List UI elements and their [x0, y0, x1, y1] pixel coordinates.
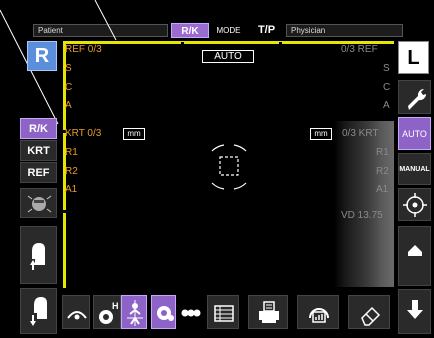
target-arc — [233, 144, 247, 152]
r1-label-right: R1 — [376, 147, 389, 158]
leader-line-top — [94, 0, 117, 41]
cylinder-label-left: C — [65, 82, 73, 93]
rk-mode-button[interactable]: R/K — [171, 23, 209, 38]
axis-label-right: A — [383, 100, 390, 111]
mode-label: MODE — [216, 26, 241, 35]
print-settings-button[interactable] — [297, 295, 339, 329]
eraser-icon — [361, 306, 381, 326]
krt-count-left: KRT 0/3 — [65, 128, 102, 139]
head-icon — [27, 195, 52, 213]
eyelid-button[interactable] — [62, 295, 90, 329]
settings-button[interactable] — [398, 80, 431, 114]
height-panel — [398, 226, 431, 286]
table-up-icon[interactable] — [399, 227, 432, 287]
ref-count-right: 0/3 REF — [341, 44, 378, 55]
left-eye-button[interactable]: L — [398, 41, 429, 74]
mm-unit-left: mm — [123, 128, 145, 140]
chinrest-down-icon — [30, 297, 47, 326]
alignment-tick — [181, 42, 184, 47]
physician-label: Physician — [291, 26, 326, 35]
mm-unit-right: mm — [310, 128, 332, 140]
person-align-icon — [127, 300, 143, 326]
r2-label-left: R2 — [65, 166, 78, 177]
target-button[interactable] — [398, 188, 431, 221]
wrench-icon — [408, 88, 427, 110]
alignment-tick — [62, 210, 67, 213]
krt-measure-button[interactable]: KRT — [20, 140, 57, 161]
axis-label-left: A — [65, 100, 72, 111]
r2-label-right: R2 — [376, 166, 389, 177]
chinrest-up-button[interactable] — [25, 235, 53, 275]
sphere-label-left: S — [65, 63, 72, 74]
arrow-down-icon — [407, 300, 423, 319]
target-arc — [211, 182, 225, 190]
manual-mode-button[interactable]: MANUAL — [398, 153, 431, 185]
printer-icon — [259, 301, 279, 323]
print-chart-icon — [309, 308, 329, 323]
vertex-distance-label: VD 13.75 — [341, 210, 383, 221]
target-arc — [211, 144, 225, 152]
r1-label-left: R1 — [65, 147, 78, 158]
patient-head-button[interactable] — [20, 188, 57, 218]
chinrest-up-icon — [30, 243, 45, 270]
table-icon — [214, 305, 234, 322]
data-table-button[interactable] — [207, 295, 239, 329]
clear-button[interactable] — [348, 295, 390, 329]
auto-mode-button[interactable]: AUTO — [398, 117, 431, 150]
physician-field[interactable]: Physician — [286, 24, 403, 37]
eye-h-icon: H — [99, 301, 119, 324]
table-down-button[interactable] — [398, 289, 431, 334]
rk-measure-button[interactable]: R/K — [20, 118, 57, 139]
alignment-tick — [279, 42, 282, 47]
a1-label-right: A1 — [376, 184, 389, 195]
ref-measure-button[interactable]: REF — [20, 162, 57, 183]
svg-text:H: H — [112, 301, 119, 311]
alignment-target — [211, 144, 247, 190]
cylinder-label-right: C — [383, 82, 391, 93]
iris-icon — [157, 306, 174, 321]
print-button[interactable] — [248, 295, 288, 329]
tp-mode-button[interactable]: T/P — [250, 23, 283, 38]
auto-indicator: AUTO — [202, 50, 254, 63]
a1-label-left: A1 — [65, 184, 78, 195]
krt-count-right: 0/3 KRT — [342, 128, 379, 139]
target-arc — [233, 182, 247, 190]
alignment-mode-button[interactable] — [121, 295, 147, 329]
crosshair-icon — [403, 193, 427, 217]
target-square — [219, 156, 239, 176]
right-eye-button[interactable]: R — [27, 41, 57, 71]
sphere-label-right: S — [383, 63, 390, 74]
chinrest-down-button[interactable] — [20, 288, 57, 334]
hardness-button[interactable]: H — [93, 295, 121, 329]
eye-image-region — [334, 121, 394, 287]
ref-count-left: REF 0/3 — [65, 44, 102, 55]
eyelid-icon — [67, 311, 87, 320]
continuous-mode-button[interactable] — [176, 295, 204, 329]
iris-mode-button[interactable] — [151, 295, 176, 329]
dots-icon — [181, 309, 201, 317]
alignment-line-vertical — [63, 41, 66, 288]
